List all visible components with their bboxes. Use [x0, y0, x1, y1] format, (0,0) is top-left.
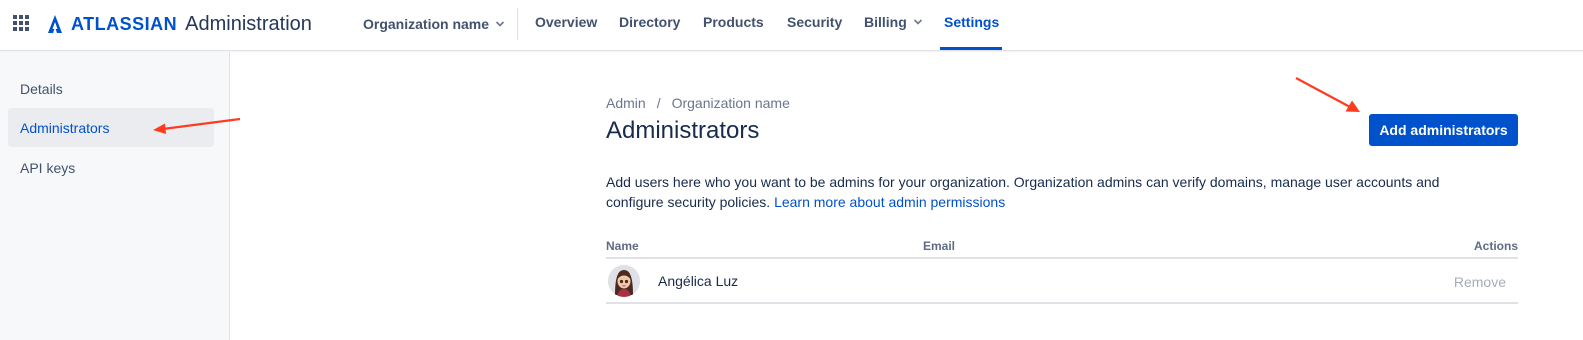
- breadcrumb-separator: /: [656, 95, 661, 111]
- remove-admin-link[interactable]: Remove: [1454, 274, 1506, 290]
- top-navigation: ATLASSIAN Administration Organization na…: [0, 0, 1583, 51]
- logo-wordmark: ATLASSIAN: [71, 13, 178, 34]
- nav-overview[interactable]: Overview: [535, 14, 597, 30]
- avatar: [608, 265, 640, 297]
- breadcrumb-admin[interactable]: Admin: [606, 95, 646, 111]
- page-description: Add users here who you want to be admins…: [606, 172, 1486, 212]
- administrators-table: Name Email Actions Angélica Luz Remove: [606, 237, 1518, 304]
- table-header: Name Email Actions: [606, 237, 1518, 259]
- organization-selector-label: Organization name: [363, 16, 490, 32]
- sidebar: Details Administrators API keys: [0, 52, 230, 340]
- chevron-down-icon: [495, 21, 505, 27]
- user-name: Angélica Luz: [658, 273, 739, 289]
- column-header-actions: Actions: [1473, 239, 1518, 253]
- chevron-down-icon: [913, 19, 922, 25]
- product-name: Administration: [185, 12, 312, 35]
- sidebar-item-details[interactable]: Details: [8, 69, 214, 108]
- nav-directory[interactable]: Directory: [619, 14, 680, 30]
- nav-divider: [517, 8, 518, 40]
- breadcrumb: Admin / Organization name: [606, 95, 790, 111]
- atlassian-logo[interactable]: ATLASSIAN Administration: [45, 12, 312, 36]
- nav-settings[interactable]: Settings: [944, 14, 999, 30]
- column-header-email[interactable]: Email: [923, 239, 955, 253]
- column-header-name[interactable]: Name: [606, 239, 639, 253]
- learn-more-link[interactable]: Learn more about admin permissions: [774, 194, 1005, 210]
- sidebar-item-administrators[interactable]: Administrators: [8, 108, 214, 147]
- avatar-image: [608, 265, 640, 297]
- organization-selector[interactable]: Organization name: [363, 14, 505, 34]
- breadcrumb-organization[interactable]: Organization name: [672, 95, 790, 111]
- atlassian-logo-icon: [48, 15, 62, 33]
- nav-security[interactable]: Security: [787, 14, 842, 30]
- nav-billing[interactable]: Billing: [864, 14, 923, 30]
- active-tab-indicator: [940, 47, 1002, 50]
- table-row: Angélica Luz Remove: [606, 259, 1518, 304]
- add-administrators-button[interactable]: Add administrators: [1369, 114, 1518, 146]
- annotation-arrow: [1295, 77, 1360, 112]
- sidebar-item-api-keys[interactable]: API keys: [8, 148, 214, 187]
- nav-billing-label: Billing: [864, 14, 907, 30]
- page-title: Administrators: [606, 117, 760, 144]
- nav-products[interactable]: Products: [703, 14, 764, 30]
- description-text: Add users here who you want to be admins…: [606, 174, 1440, 210]
- app-switcher-icon[interactable]: [13, 15, 31, 33]
